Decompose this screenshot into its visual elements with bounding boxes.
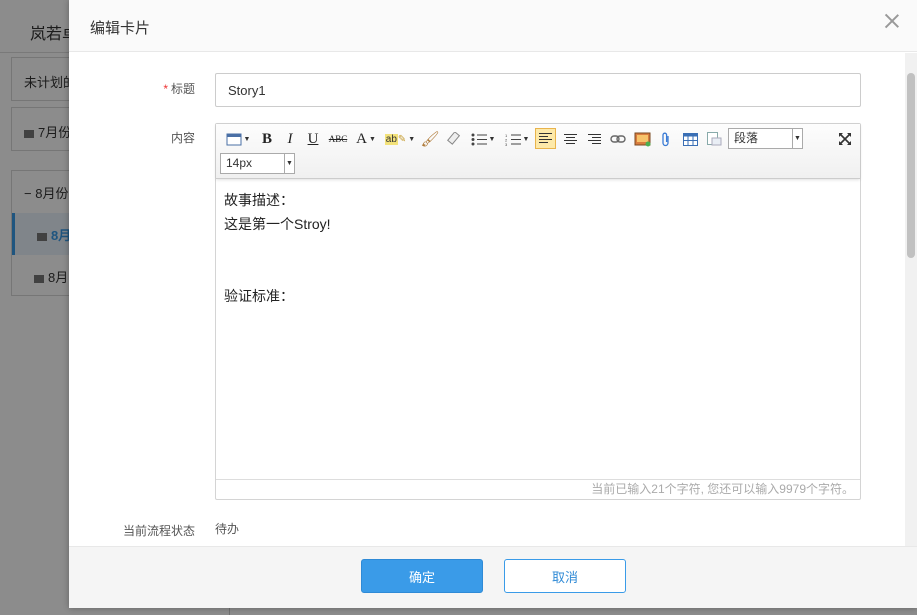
edit-card-modal: 编辑卡片 *标题 内容 ▼ B I U ABC A▼ ab✎▼ 🖌 [69,0,917,608]
eraser-icon[interactable] [444,129,464,149]
editor-content-area[interactable]: 故事描述： 这是第一个Stroy! 验证标准： [216,180,860,480]
italic-icon[interactable]: I [281,129,299,149]
template-icon[interactable] [704,129,724,149]
align-left-icon[interactable] [535,128,556,149]
modal-body: *标题 内容 ▼ B I U ABC A▼ ab✎▼ 🖌 [69,53,917,546]
scrollbar-thumb[interactable] [907,73,915,258]
cancel-button[interactable]: 取消 [504,559,626,593]
rich-text-editor: ▼ B I U ABC A ▼ ab ✎ ▼ 🖌 ▼ 1 2 3 ▼ 段落 ▼ … [215,123,861,500]
attachment-icon[interactable] [656,129,676,149]
modal-footer: 确定 取消 [69,546,917,608]
source-icon[interactable]: ▼ [222,129,254,149]
close-icon[interactable] [883,12,901,30]
title-label: * 标题 [163,82,195,96]
modal-scrollbar[interactable] [905,53,917,546]
required-mark: * [163,82,168,96]
chevron-down-icon: ▼ [792,129,802,148]
unordered-list-icon[interactable]: ▼ [468,129,498,149]
chevron-down-icon: ▼ [284,154,294,173]
modal-header: 编辑卡片 [69,0,917,52]
ordered-list-icon[interactable]: 1 2 3 ▼ [502,129,532,149]
underline-icon[interactable]: U [304,129,322,149]
title-input[interactable] [215,73,861,107]
highlight-icon[interactable]: ab ✎ ▼ [384,129,416,149]
character-counter: 当前已输入21个字符, 您还可以输入9979个字符。 [216,479,860,499]
content-line: 验证标准： [224,288,294,304]
fullscreen-icon[interactable] [835,129,855,149]
table-icon[interactable] [680,129,700,149]
content-line [224,260,852,284]
status-label: 当前流程状态 [122,524,195,538]
modal-title: 编辑卡片 [90,20,151,37]
confirm-button[interactable]: 确定 [361,559,483,593]
content-line: 这是第一个Stroy! [224,216,331,232]
align-right-icon[interactable] [584,129,604,149]
bold-icon[interactable]: B [258,129,276,149]
editor-toolbar: ▼ B I U ABC A ▼ ab ✎ ▼ 🖌 ▼ 1 2 3 ▼ 段落 ▼ … [216,124,860,179]
format-brush-icon[interactable]: 🖌 [420,129,440,149]
content-line: 故事描述： [224,192,294,208]
font-size-select[interactable]: 14px ▼ [220,153,295,174]
link-icon[interactable] [608,129,628,149]
align-center-icon[interactable] [560,129,580,149]
font-color-icon[interactable]: A ▼ [353,129,379,149]
content-label: 内容 [170,131,195,145]
strikethrough-icon[interactable]: ABC [327,129,349,149]
content-line [224,236,852,260]
svg-text:3: 3 [505,142,508,146]
status-value: 待办 [215,522,240,536]
paragraph-format-select[interactable]: 段落 ▼ [728,128,803,149]
image-icon[interactable] [632,129,652,149]
